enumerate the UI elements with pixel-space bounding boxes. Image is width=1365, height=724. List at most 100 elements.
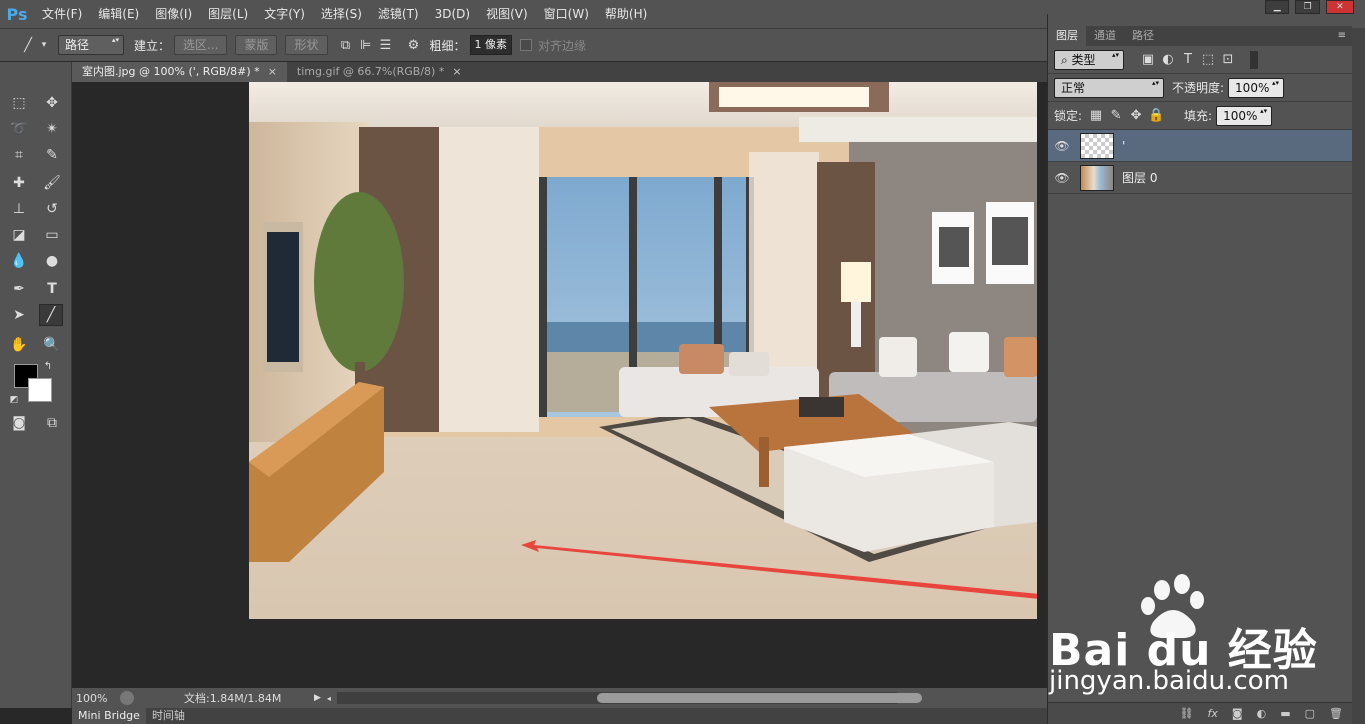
move-tool-icon[interactable]: ✥	[40, 92, 64, 114]
layer-name[interactable]: 图层 0	[1122, 169, 1157, 186]
status-arrow-icon[interactable]: ▶	[314, 693, 321, 703]
close-icon[interactable]: ×	[268, 65, 277, 78]
hand-tool-icon[interactable]: ✋	[7, 334, 31, 356]
line-tool-icon[interactable]: ╱	[39, 304, 63, 326]
scroll-left-icon[interactable]: ◂	[327, 694, 331, 703]
tab-layers[interactable]: 图层	[1048, 26, 1086, 46]
brush-tool-icon[interactable]: 🖌	[40, 172, 64, 194]
link-layers-icon[interactable]: ⛓	[1180, 707, 1194, 720]
horizontal-scrollbar[interactable]	[336, 692, 922, 704]
menu-3d[interactable]: 3D(D)	[427, 0, 478, 28]
build-label: 建立：	[134, 38, 171, 53]
scrollbar-thumb[interactable]	[596, 693, 922, 703]
restore-button[interactable]: ❐	[1295, 0, 1320, 14]
status-menu-icon[interactable]	[120, 691, 134, 705]
menu-help[interactable]: 帮助(H)	[597, 0, 655, 28]
lock-all-icon[interactable]: 🔒	[1146, 106, 1166, 126]
menu-window[interactable]: 窗口(W)	[536, 0, 597, 28]
fx-icon[interactable]: fx	[1208, 707, 1218, 720]
history-brush-tool-icon[interactable]: ↺	[40, 198, 64, 220]
opacity-input[interactable]: 100%	[1228, 77, 1285, 98]
menu-file[interactable]: 文件(F)	[34, 0, 90, 28]
lock-transparent-icon[interactable]: ▦	[1086, 106, 1106, 126]
type-tool-icon[interactable]: T	[40, 278, 64, 300]
lock-pixels-icon[interactable]: ✎	[1106, 106, 1126, 126]
new-group-icon[interactable]: ▬	[1280, 707, 1290, 720]
add-mask-icon[interactable]: ◙	[1232, 707, 1243, 720]
trash-icon[interactable]: 🗑	[1329, 707, 1343, 720]
tab-mini-bridge[interactable]: Mini Bridge	[72, 708, 146, 724]
align-edges-checkbox[interactable]	[520, 39, 533, 51]
layer-row-selected[interactable]: 👁 '	[1048, 130, 1352, 162]
healing-brush-tool-icon[interactable]: ✚	[7, 172, 31, 194]
dodge-tool-icon[interactable]: ●	[40, 250, 64, 272]
menu-select[interactable]: 选择(S)	[313, 0, 370, 28]
swap-colors-icon[interactable]: ↰	[40, 358, 56, 374]
pixel-filter-icon[interactable]: ▣	[1138, 50, 1158, 70]
tab-document-1[interactable]: 室内图.jpg @ 100% (', RGB/8#) * ×	[72, 62, 287, 82]
lock-position-icon[interactable]: ✥	[1126, 106, 1146, 126]
background-color-swatch[interactable]	[28, 378, 52, 402]
marquee-tool-icon[interactable]: ⬚	[7, 92, 31, 114]
lasso-tool-icon[interactable]: ➰	[7, 118, 31, 140]
visibility-eye-icon[interactable]: 👁	[1048, 139, 1076, 153]
adjustment-filter-icon[interactable]: ◐	[1158, 50, 1178, 70]
panel-menu-icon[interactable]: ≡	[1338, 26, 1346, 46]
shape-button[interactable]: 形状	[285, 35, 328, 55]
tab-timeline[interactable]: 时间轴	[146, 708, 191, 724]
crop-tool-icon[interactable]: ⌗	[7, 144, 31, 166]
minimize-button[interactable]: ▁	[1265, 0, 1290, 14]
eraser-tool-icon[interactable]: ◪	[7, 224, 31, 246]
menu-layer[interactable]: 图层(L)	[200, 0, 256, 28]
tool-preset-chevron-icon[interactable]: ▾	[38, 35, 50, 55]
magic-wand-tool-icon[interactable]: ✴	[40, 118, 64, 140]
fill-input[interactable]: 100%	[1216, 105, 1273, 126]
bottom-panel-tabs: Mini Bridge 时间轴	[72, 708, 1047, 724]
status-bar: 100% 文档:1.84M/1.84M ▶ ◂	[72, 688, 1047, 708]
tab-document-2[interactable]: timg.gif @ 66.7%(RGB/8) * ×	[286, 62, 472, 82]
align-edges-label: 对齐边缘	[538, 38, 587, 53]
selection-button[interactable]: 选区...	[174, 35, 228, 55]
smart-object-filter-icon[interactable]: ⊡	[1218, 50, 1238, 70]
weight-label: 粗细：	[429, 38, 466, 53]
zoom-level[interactable]: 100%	[76, 692, 120, 705]
blend-mode-select[interactable]: 正常	[1054, 77, 1164, 98]
tab-paths[interactable]: 路径	[1124, 26, 1162, 46]
weight-input[interactable]: 1 像素	[469, 35, 513, 55]
pen-tool-icon[interactable]: ✒	[7, 278, 31, 300]
menu-image[interactable]: 图像(I)	[147, 0, 200, 28]
eyedropper-tool-icon[interactable]: ✎	[40, 144, 64, 166]
quick-mask-icon[interactable]: ◙	[7, 412, 31, 434]
menu-view[interactable]: 视图(V)	[478, 0, 536, 28]
tab-channels[interactable]: 通道	[1086, 26, 1124, 46]
type-filter-icon[interactable]: T	[1178, 50, 1198, 70]
layer-row[interactable]: 👁 图层 0	[1048, 162, 1352, 194]
interior-photo[interactable]	[249, 82, 1037, 619]
screen-mode-icon[interactable]: ⧉	[40, 412, 64, 434]
filter-toggle[interactable]	[1250, 50, 1258, 69]
line-tool-icon[interactable]: ╱	[18, 35, 38, 55]
shape-filter-icon[interactable]: ⬚	[1198, 50, 1218, 70]
blur-tool-icon[interactable]: 💧	[7, 250, 31, 272]
mask-button[interactable]: 蒙版	[235, 35, 278, 55]
layer-name[interactable]: '	[1122, 139, 1125, 153]
mode-select[interactable]: 路径	[58, 35, 124, 55]
menu-edit[interactable]: 编辑(E)	[90, 0, 147, 28]
menu-type[interactable]: 文字(Y)	[256, 0, 313, 28]
clone-stamp-tool-icon[interactable]: ⊥	[7, 198, 31, 220]
path-operations-icon[interactable]: ⧉	[336, 35, 356, 55]
layer-filter-select[interactable]: ⌕ 类型	[1054, 49, 1124, 70]
default-colors-icon[interactable]: ◩	[6, 392, 22, 408]
zoom-tool-icon[interactable]: 🔍	[40, 334, 64, 356]
gear-icon[interactable]: ⚙	[404, 35, 424, 55]
path-selection-tool-icon[interactable]: ➤	[7, 304, 31, 326]
path-arrangement-icon[interactable]: ☰	[376, 35, 396, 55]
new-layer-icon[interactable]: ▢	[1305, 707, 1315, 720]
menu-filter[interactable]: 滤镜(T)	[370, 0, 427, 28]
visibility-eye-icon[interactable]: 👁	[1048, 171, 1076, 185]
path-alignment-icon[interactable]: ⊫	[356, 35, 376, 55]
gradient-tool-icon[interactable]: ▭	[40, 224, 64, 246]
close-button[interactable]: ✕	[1325, 0, 1354, 14]
adjustment-layer-icon[interactable]: ◐	[1257, 707, 1267, 720]
close-icon[interactable]: ×	[452, 65, 461, 78]
